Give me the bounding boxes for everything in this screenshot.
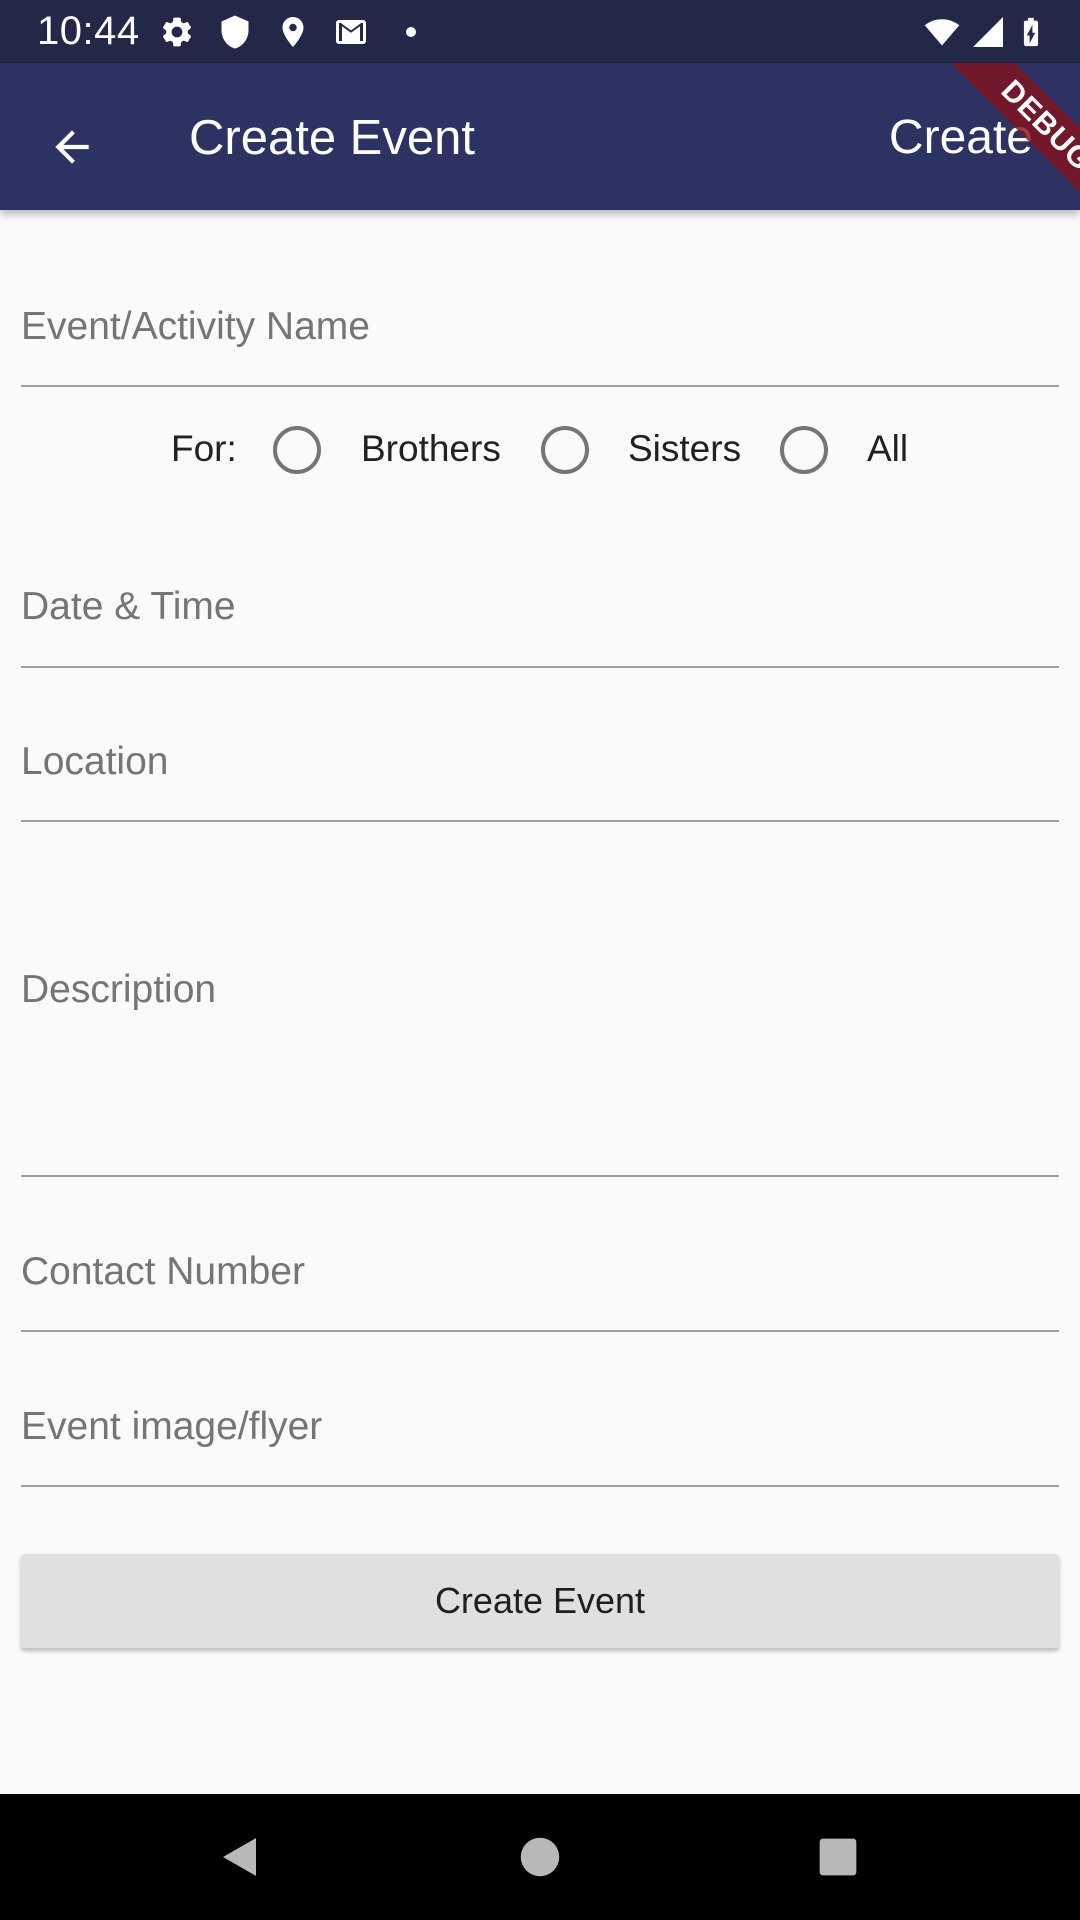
radio-all-label[interactable]: All	[867, 426, 908, 472]
audience-label: For:	[171, 428, 237, 469]
event-image-field	[21, 1370, 1059, 1487]
contact-number-input[interactable]	[21, 1227, 1059, 1317]
event-image-input[interactable]	[21, 1382, 1059, 1472]
status-bar: 10:44	[0, 0, 1080, 63]
battery-icon	[1023, 17, 1039, 47]
nav-recents-button[interactable]	[793, 1812, 883, 1902]
create-event-button[interactable]: Create Event	[21, 1554, 1059, 1648]
page-title: Create Event	[189, 111, 475, 165]
system-nav-bar	[0, 1794, 1080, 1920]
back-triangle-icon	[223, 1838, 256, 1876]
notification-dot	[406, 27, 416, 37]
location-input[interactable]	[21, 717, 1059, 807]
event-name-field	[21, 270, 1059, 387]
arrow-back-icon	[55, 130, 89, 164]
radio-all[interactable]	[780, 426, 828, 474]
description-input[interactable]	[21, 968, 1059, 1168]
nav-back-button[interactable]	[195, 1812, 285, 1902]
app-bar: Create Event Create DEBUG	[0, 63, 1080, 210]
home-circle-icon	[520, 1837, 560, 1877]
audience-radio-group: For: Brothers Sisters All	[0, 420, 1080, 480]
description-field	[21, 840, 1059, 1177]
date-time-field	[21, 550, 1059, 668]
radio-brothers-label[interactable]: Brothers	[361, 426, 501, 472]
wifi-icon	[924, 19, 960, 46]
event-name-input[interactable]	[21, 282, 1059, 372]
cell-signal-icon	[973, 17, 1003, 47]
radio-sisters[interactable]	[541, 426, 589, 474]
nav-home-button[interactable]	[495, 1812, 585, 1902]
contact-number-field	[21, 1215, 1059, 1332]
recents-square-icon	[819, 1838, 857, 1876]
date-time-input[interactable]	[21, 562, 1059, 652]
back-button[interactable]	[30, 105, 114, 189]
radio-sisters-label[interactable]: Sisters	[628, 426, 741, 472]
radio-brothers[interactable]	[273, 426, 321, 474]
shield-icon	[221, 15, 249, 49]
location-pin-icon	[282, 17, 304, 47]
status-time: 10:44	[37, 9, 140, 53]
location-field	[21, 705, 1059, 822]
gmail-icon	[336, 20, 366, 44]
gear-icon	[162, 17, 192, 47]
